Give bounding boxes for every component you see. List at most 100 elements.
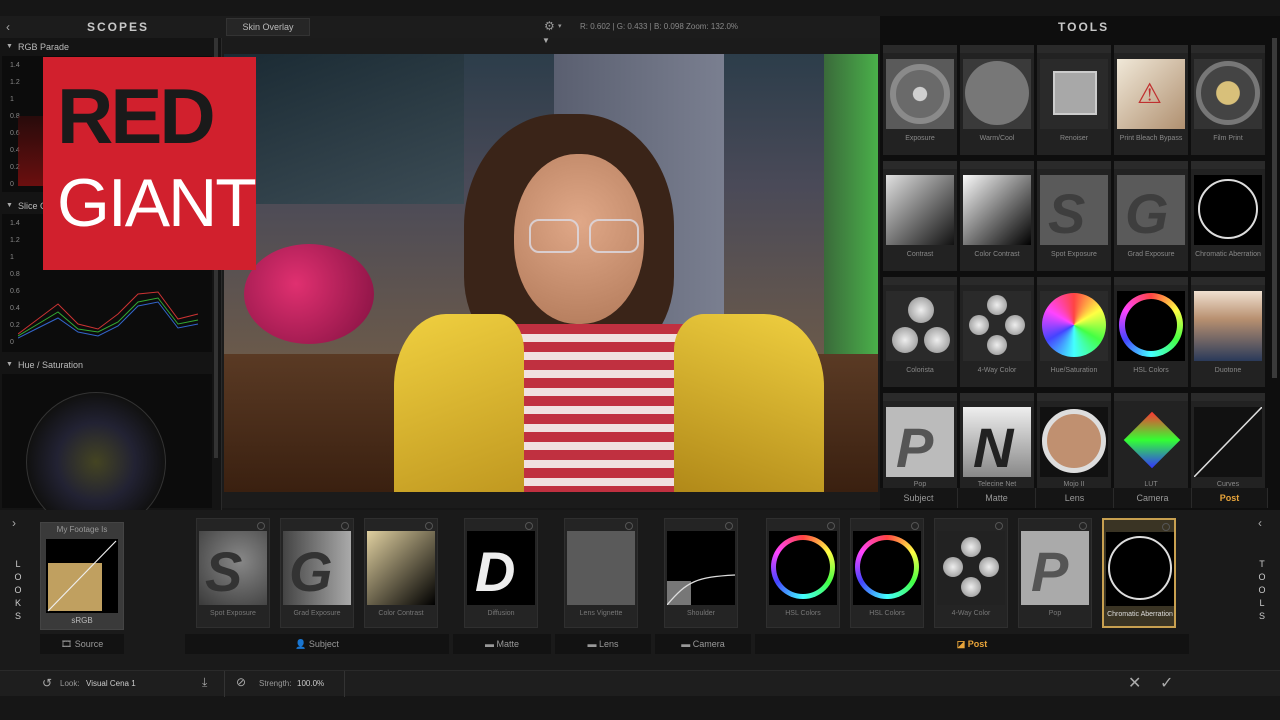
collapse-icon[interactable]: ▼ [6,43,13,50]
hue-wheel-icon [1040,291,1108,361]
gear-icon[interactable]: ⚙ [544,19,555,33]
tool-curves[interactable]: Curves [1191,393,1265,488]
expand-looks-icon[interactable]: › [12,516,16,530]
remove-icon[interactable] [995,522,1003,530]
hsl-ring-thumb [769,531,837,605]
collapse-icon[interactable]: ▼ [6,202,13,209]
look-card-spot-exposure[interactable]: S Spot Exposure [196,518,270,628]
four-way-color-icon [963,291,1031,361]
contrast-icon [886,175,954,245]
tool-grad-exposure[interactable]: G Grad Exposure [1114,161,1188,271]
save-look-icon[interactable]: ⤓ [202,675,207,690]
tool-4-way-color[interactable]: 4-Way Color [960,277,1034,387]
four-way-thumb [937,531,1005,605]
tool-telecine-net[interactable]: N Telecine Net [960,393,1034,488]
chevron-down-icon[interactable]: ▾ [558,22,562,30]
matte-icon: ▬ [484,639,497,649]
remove-icon[interactable] [257,522,265,530]
look-card-4-way-color[interactable]: 4-Way Color [934,518,1008,628]
tick-label: 1 [10,254,14,261]
pop-thumb: P [1021,531,1089,605]
remove-icon[interactable] [525,522,533,530]
remove-icon[interactable] [425,522,433,530]
tool-lut[interactable]: LUT [1114,393,1188,488]
source-group-bar[interactable]: 🎞 Source [40,634,124,654]
tool-hsl-colors[interactable]: HSL Colors [1114,277,1188,387]
look-card-grad-exposure[interactable]: G Grad Exposure [280,518,354,628]
look-card-color-contrast[interactable]: Color Contrast [364,518,438,628]
skin-overlay-button[interactable]: Skin Overlay [226,18,310,36]
tab-subject[interactable]: Subject [880,488,958,508]
video-frame[interactable] [224,54,878,492]
tool-print-bleach-bypass[interactable]: ⚠ Print Bleach Bypass [1114,45,1188,155]
tool-film-print[interactable]: Film Print [1191,45,1265,155]
remove-icon[interactable] [725,522,733,530]
tool-hue-saturation[interactable]: Hue/Saturation [1037,277,1111,387]
tool-label: Hue/Saturation [1050,367,1098,374]
group-bar-camera[interactable]: ▬ Camera [655,634,751,654]
bypass-icon[interactable]: ⊘ [236,675,246,689]
group-bar-lens[interactable]: ▬ Lens [555,634,651,654]
tab-matte[interactable]: Matte [958,488,1036,508]
mojo-icon [1040,407,1108,477]
look-card-chromatic-aberration[interactable]: Chromatic Aberration [1102,518,1176,628]
remove-icon[interactable] [625,522,633,530]
tool-chromatic-aberration[interactable]: Chromatic Aberration [1191,161,1265,271]
group-bar-post[interactable]: ◪ Post [755,634,1189,654]
tab-camera[interactable]: Camera [1114,488,1192,508]
tab-lens[interactable]: Lens [1036,488,1114,508]
tool-renoiser[interactable]: Renoiser [1037,45,1111,155]
looks-side-label[interactable]: LOOKS [12,558,24,623]
card-label: HSL Colors [785,610,821,617]
hsl-ring-icon [1117,291,1185,361]
chevron-left-icon[interactable]: ‹ [6,20,10,34]
scope-label-rgb-parade: RGB Parade [18,42,70,52]
remove-icon[interactable] [1079,522,1087,530]
collapse-icon[interactable]: ▼ [6,361,13,368]
group-label: Matte [496,639,520,649]
glasses-left [529,219,579,253]
look-card-pop[interactable]: P Pop [1018,518,1092,628]
apply-icon[interactable]: ✓ [1160,673,1173,693]
remove-icon[interactable] [911,522,919,530]
chromatic-ring-icon [1194,175,1262,245]
undo-icon[interactable]: ↺ [42,676,52,690]
group-label: Post [967,639,988,649]
tool-color-contrast[interactable]: Color Contrast [960,161,1034,271]
look-card-shoulder[interactable]: Shoulder [664,518,738,628]
remove-icon[interactable] [1162,523,1170,531]
group-bar-matte[interactable]: ▬ Matte [453,634,551,654]
tools-scrollbar[interactable] [1272,38,1277,378]
tool-warm-cool[interactable]: Warm/Cool [960,45,1034,155]
look-card-hsl-colors-1[interactable]: HSL Colors [766,518,840,628]
tool-label: Chromatic Aberration [1195,251,1261,258]
look-card-lens-vignette[interactable]: Lens Vignette [564,518,638,628]
source-card[interactable]: My Footage Is sRGB [40,522,124,630]
look-name[interactable]: Visual Cena 1 [86,679,136,688]
tool-mojo-ii[interactable]: Mojo II [1037,393,1111,488]
group-bar-subject[interactable]: 👤 Subject [185,634,449,654]
card-label: 4-Way Color [951,610,991,617]
post-icon: ◪ [956,639,968,649]
look-card-diffusion[interactable]: D Diffusion [464,518,538,628]
tools-side-label[interactable]: TOOLS [1256,558,1268,623]
spot-exposure-thumb: S [199,531,267,605]
cancel-icon[interactable]: ✕ [1128,673,1141,693]
back-wall [224,54,464,204]
tool-pop[interactable]: P Pop [883,393,957,488]
strength-value[interactable]: 100.0% [297,679,324,688]
camera-icon: ▬ [681,639,693,649]
remove-icon[interactable] [341,522,349,530]
tick-label: 1.4 [10,220,20,227]
tool-duotone[interactable]: Duotone [1191,277,1265,387]
tick-label: 1 [10,96,14,103]
tab-post[interactable]: Post [1192,488,1268,508]
expand-tools-icon[interactable]: ‹ [1258,516,1262,530]
tool-exposure[interactable]: Exposure [883,45,957,155]
tool-spot-exposure[interactable]: S Spot Exposure [1037,161,1111,271]
remove-icon[interactable] [827,522,835,530]
look-card-hsl-colors-2[interactable]: HSL Colors [850,518,924,628]
tool-contrast[interactable]: Contrast [883,161,957,271]
hsl-ring-thumb [853,531,921,605]
tool-colorista[interactable]: Colorista [883,277,957,387]
